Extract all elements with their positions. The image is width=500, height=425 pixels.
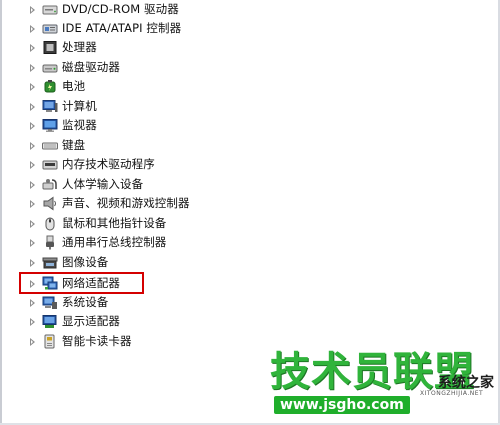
device-category-disk[interactable]: 磁盘驱动器 bbox=[0, 58, 300, 77]
watermark-logo: 技术员联盟 系统之家 www.jsgho.com XITONGZHIJIA.NE… bbox=[270, 350, 495, 422]
camera-icon bbox=[42, 257, 58, 269]
device-category-label: IDE ATA/ATAPI 控制器 bbox=[62, 21, 182, 35]
device-category-smart-card[interactable]: 智能卡读卡器 bbox=[0, 332, 300, 351]
expand-arrow-icon[interactable] bbox=[30, 142, 35, 150]
device-category-label: DVD/CD-ROM 驱动器 bbox=[62, 2, 179, 16]
expand-arrow-icon[interactable] bbox=[30, 122, 35, 130]
dvd-drive-icon bbox=[42, 5, 58, 15]
device-category-label: 通用串行总线控制器 bbox=[62, 235, 167, 249]
device-category-ide[interactable]: IDE ATA/ATAPI 控制器 bbox=[0, 19, 300, 38]
expand-arrow-icon[interactable] bbox=[30, 83, 35, 91]
expand-arrow-icon[interactable] bbox=[30, 200, 35, 208]
battery-icon bbox=[44, 80, 56, 93]
device-category-label: 鼠标和其他指针设备 bbox=[62, 216, 167, 230]
computer-icon bbox=[42, 100, 58, 112]
monitor-icon bbox=[42, 119, 58, 132]
display-adapter-icon bbox=[42, 315, 57, 328]
device-category-imaging[interactable]: 图像设备 bbox=[0, 253, 300, 272]
device-category-label: 显示适配器 bbox=[62, 314, 120, 328]
ide-controller-icon bbox=[42, 24, 58, 34]
device-category-processor[interactable]: 处理器 bbox=[0, 38, 300, 57]
disk-drive-icon bbox=[42, 64, 58, 73]
device-category-dvd[interactable]: DVD/CD-ROM 驱动器 bbox=[0, 0, 300, 19]
memory-device-icon bbox=[42, 160, 58, 170]
device-manager-screenshot: DVD/CD-ROM 驱动器 IDE ATA/ATAPI 控制器 处理器 磁盘驱… bbox=[0, 0, 500, 425]
watermark-url: www.jsgho.com bbox=[274, 396, 410, 414]
device-category-label: 处理器 bbox=[62, 40, 97, 54]
usb-icon bbox=[46, 235, 54, 250]
device-category-label: 人体学输入设备 bbox=[62, 177, 144, 191]
expand-arrow-icon[interactable] bbox=[30, 318, 35, 326]
expand-arrow-icon[interactable] bbox=[30, 103, 35, 111]
device-category-memory-tech[interactable]: 内存技术驱动程序 bbox=[0, 155, 300, 174]
device-category-label: 内存技术驱动程序 bbox=[62, 157, 155, 171]
device-category-usb[interactable]: 通用串行总线控制器 bbox=[0, 233, 300, 252]
device-category-label: 键盘 bbox=[62, 138, 86, 152]
device-category-sound[interactable]: 声音、视频和游戏控制器 bbox=[0, 194, 300, 213]
smart-card-reader-icon bbox=[44, 334, 55, 349]
expand-arrow-icon[interactable] bbox=[30, 25, 35, 33]
speaker-icon bbox=[43, 196, 56, 211]
device-category-display-adapter[interactable]: 显示适配器 bbox=[0, 312, 300, 331]
device-category-battery[interactable]: 电池 bbox=[0, 77, 300, 96]
watermark-right-text: 系统之家 bbox=[438, 375, 494, 391]
processor-icon bbox=[43, 41, 57, 54]
expand-arrow-icon[interactable] bbox=[30, 220, 35, 228]
system-device-icon bbox=[42, 296, 57, 309]
expand-arrow-icon[interactable] bbox=[30, 239, 35, 247]
device-category-label: 电池 bbox=[62, 79, 86, 93]
device-category-monitor[interactable]: 监视器 bbox=[0, 116, 300, 135]
device-category-computer[interactable]: 计算机 bbox=[0, 97, 300, 116]
expand-arrow-icon[interactable] bbox=[30, 259, 35, 267]
device-category-label: 监视器 bbox=[62, 118, 97, 132]
device-category-label: 图像设备 bbox=[62, 255, 109, 269]
expand-arrow-icon[interactable] bbox=[30, 64, 35, 72]
device-category-label: 声音、视频和游戏控制器 bbox=[62, 196, 190, 210]
hid-icon bbox=[42, 179, 57, 190]
expand-arrow-icon[interactable] bbox=[30, 161, 35, 169]
device-category-mouse[interactable]: 鼠标和其他指针设备 bbox=[0, 214, 300, 233]
device-category-label: 磁盘驱动器 bbox=[62, 60, 120, 74]
keyboard-icon bbox=[42, 142, 58, 150]
highlight-box bbox=[19, 272, 144, 294]
expand-arrow-icon[interactable] bbox=[30, 44, 35, 52]
device-category-label: 系统设备 bbox=[62, 295, 109, 309]
mouse-icon bbox=[45, 217, 55, 231]
expand-arrow-icon[interactable] bbox=[30, 299, 35, 307]
expand-arrow-icon[interactable] bbox=[30, 6, 35, 14]
expand-arrow-icon[interactable] bbox=[30, 181, 35, 189]
expand-arrow-icon[interactable] bbox=[30, 338, 35, 346]
device-category-system[interactable]: 系统设备 bbox=[0, 293, 300, 312]
device-category-label: 智能卡读卡器 bbox=[62, 334, 132, 348]
device-category-hid[interactable]: 人体学输入设备 bbox=[0, 175, 300, 194]
device-category-label: 计算机 bbox=[62, 99, 97, 113]
watermark-subtitle: XITONGZHIJIA.NET bbox=[420, 390, 484, 397]
device-category-keyboard[interactable]: 键盘 bbox=[0, 136, 300, 155]
